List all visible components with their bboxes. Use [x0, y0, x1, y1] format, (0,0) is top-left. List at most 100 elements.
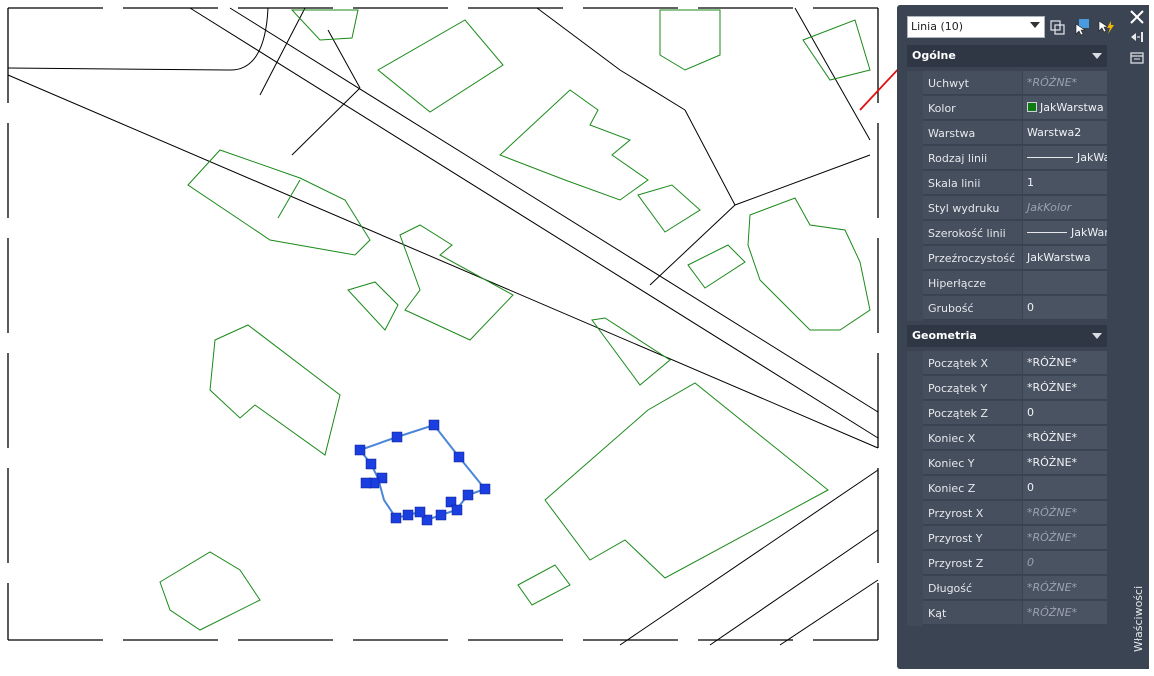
property-name: Warstwa — [923, 121, 1022, 145]
property-row[interactable]: Rodzaj linii JakWa — [907, 146, 1107, 171]
property-name: Początek Z — [923, 401, 1022, 425]
object-type-select[interactable]: Linia (10) — [907, 16, 1045, 38]
object-type-label: Linia (10) — [911, 20, 964, 33]
row-gutter — [907, 221, 923, 246]
close-icon[interactable] — [1129, 9, 1145, 25]
property-row[interactable]: Szerokość linii JakWar — [907, 221, 1107, 246]
toggle-pickadd-icon[interactable] — [1049, 18, 1067, 36]
linetype-sample — [1027, 157, 1073, 158]
property-row[interactable]: Przyrost X *RÓŻNE* — [907, 501, 1107, 526]
property-value: *RÓŻNE* — [1023, 526, 1107, 550]
property-name: Kolor — [923, 96, 1022, 120]
property-value[interactable]: *RÓŻNE* — [1023, 351, 1107, 375]
row-gutter — [907, 96, 923, 121]
annotation-arrow — [859, 65, 900, 111]
property-value[interactable]: JakWarstwa — [1023, 246, 1107, 270]
property-value-text: JakWa — [1077, 151, 1107, 164]
row-gutter — [907, 601, 923, 626]
property-name: Skala linii — [923, 171, 1022, 195]
property-value: JakKolor — [1023, 196, 1107, 220]
property-row[interactable]: Początek X *RÓŻNE* — [907, 351, 1107, 376]
property-row[interactable]: Koniec X *RÓŻNE* — [907, 426, 1107, 451]
section-title: Geometria — [912, 329, 977, 342]
property-row[interactable]: Przyrost Y *RÓŻNE* — [907, 526, 1107, 551]
row-gutter — [907, 246, 923, 271]
row-gutter — [907, 501, 923, 526]
row-gutter — [907, 576, 923, 601]
property-value[interactable]: 1 — [1023, 171, 1107, 195]
building-outlines — [159, 9, 871, 631]
autohide-icon[interactable] — [1130, 31, 1144, 43]
property-row[interactable]: Styl wydruku JakKolor — [907, 196, 1107, 221]
lineweight-sample — [1027, 232, 1067, 233]
property-name: Przeźroczystość — [923, 246, 1022, 270]
row-gutter — [907, 71, 923, 96]
property-value-lineweight[interactable]: JakWar — [1023, 221, 1107, 245]
row-gutter — [907, 451, 923, 476]
property-name: Koniec Y — [923, 451, 1022, 475]
viewport-border — [7, 7, 879, 641]
selected-lines[interactable] — [354, 419, 491, 526]
section-header-general[interactable]: Ogólne — [907, 45, 1107, 67]
property-value[interactable]: Warstwa2 — [1023, 121, 1107, 145]
property-name: Przyrost Y — [923, 526, 1022, 550]
section-header-geometry[interactable]: Geometria — [907, 325, 1107, 347]
property-name: Początek Y — [923, 376, 1022, 400]
property-value: *RÓŻNE* — [1023, 71, 1107, 95]
row-gutter — [907, 296, 923, 321]
property-value[interactable]: *RÓŻNE* — [1023, 451, 1107, 475]
property-value[interactable]: 0 — [1023, 296, 1107, 320]
row-gutter — [907, 121, 923, 146]
chevron-down-icon — [1030, 22, 1040, 28]
property-row[interactable]: Początek Z 0 — [907, 401, 1107, 426]
row-gutter — [907, 526, 923, 551]
drawing-canvas[interactable] — [0, 0, 900, 676]
property-value[interactable]: 0 — [1023, 401, 1107, 425]
property-row[interactable]: Koniec Y *RÓŻNE* — [907, 451, 1107, 476]
property-name: Przyrost X — [923, 501, 1022, 525]
property-name: Uchwyt — [923, 71, 1022, 95]
property-row[interactable]: Kąt *RÓŻNE* — [907, 601, 1107, 626]
chevron-down-icon — [1092, 333, 1102, 339]
property-value: *RÓŻNE* — [1023, 601, 1107, 625]
property-row[interactable]: Hiperłącze — [907, 271, 1107, 296]
property-value-color[interactable]: JakWarstwa — [1023, 96, 1107, 120]
property-value: *RÓŻNE* — [1023, 501, 1107, 525]
property-name: Hiperłącze — [923, 271, 1022, 295]
property-value-linetype[interactable]: JakWa — [1023, 146, 1107, 170]
property-name: Początek X — [923, 351, 1022, 375]
property-name: Kąt — [923, 601, 1022, 625]
row-gutter — [907, 271, 923, 296]
property-value[interactable]: *RÓŻNE* — [1023, 376, 1107, 400]
property-row[interactable]: Początek Y *RÓŻNE* — [907, 376, 1107, 401]
row-gutter — [907, 376, 923, 401]
property-name: Styl wydruku — [923, 196, 1022, 220]
property-row[interactable]: Przeźroczystość JakWarstwa — [907, 246, 1107, 271]
property-name: Przyrost Z — [923, 551, 1022, 575]
property-row[interactable]: Przyrost Z 0 — [907, 551, 1107, 576]
row-gutter — [907, 401, 923, 426]
row-gutter — [907, 171, 923, 196]
property-value: 0 — [1023, 551, 1107, 575]
property-row[interactable]: Długość *RÓŻNE* — [907, 576, 1107, 601]
property-name: Grubość — [923, 296, 1022, 320]
property-value[interactable] — [1023, 271, 1107, 295]
property-row[interactable]: Koniec Z 0 — [907, 476, 1107, 501]
palette-titlebar[interactable] — [1127, 5, 1149, 669]
property-row[interactable]: Grubość 0 — [907, 296, 1107, 321]
select-objects-icon[interactable] — [1073, 18, 1091, 36]
property-row[interactable]: Uchwyt *RÓŻNE* — [907, 71, 1107, 96]
property-row[interactable]: Warstwa Warstwa2 — [907, 121, 1107, 146]
section-title: Ogólne — [912, 49, 956, 62]
property-row[interactable]: Kolor JakWarstwa — [907, 96, 1107, 121]
quick-select-icon[interactable] — [1097, 18, 1115, 36]
row-gutter — [907, 196, 923, 221]
row-gutter — [907, 476, 923, 501]
property-value[interactable]: *RÓŻNE* — [1023, 426, 1107, 450]
chevron-down-icon — [1092, 53, 1102, 59]
property-value[interactable]: 0 — [1023, 476, 1107, 500]
property-row[interactable]: Skala linii 1 — [907, 171, 1107, 196]
property-name: Rodzaj linii — [923, 146, 1022, 170]
palette-menu-icon[interactable] — [1130, 52, 1144, 64]
property-name: Koniec X — [923, 426, 1022, 450]
